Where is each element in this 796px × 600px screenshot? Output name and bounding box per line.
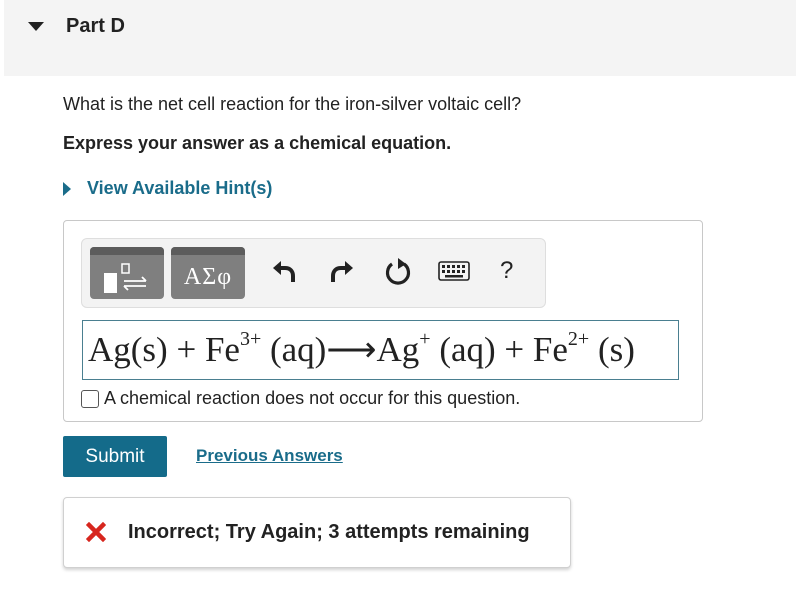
part-title: Part D (66, 15, 125, 37)
previous-answers-link[interactable]: Previous Answers (196, 446, 343, 466)
reset-icon[interactable] (384, 257, 412, 287)
collapse-caret-icon[interactable] (28, 22, 44, 31)
help-icon[interactable]: ? (500, 257, 513, 285)
submit-button[interactable]: Submit (63, 436, 167, 477)
keyboard-icon[interactable] (438, 261, 470, 281)
hint-caret-icon (63, 181, 71, 196)
x-icon (86, 522, 106, 542)
feedback-text: Incorrect; Try Again; 3 attempts remaini… (128, 521, 530, 543)
view-hints-label: View Available Hint(s) (87, 178, 273, 198)
equation-segment: (aq) + Fe (430, 330, 568, 369)
equation-input[interactable]: Ag(s) + Fe3+ (aq)⟶Ag+ (aq) + Fe2+ (s) (82, 320, 679, 380)
feedback-box: Incorrect; Try Again; 3 attempts remaini… (63, 497, 571, 568)
symbols-button[interactable]: ΑΣφ (171, 247, 245, 299)
view-hints-toggle[interactable]: View Available Hint(s) (63, 178, 272, 199)
question-text: What is the net cell reaction for the ir… (63, 94, 522, 114)
instruction-text: Express your answer as a chemical equati… (63, 133, 452, 153)
templates-icon (104, 263, 147, 293)
templates-button[interactable] (90, 247, 164, 299)
undo-icon[interactable] (272, 257, 296, 285)
symbols-label: ΑΣφ (183, 264, 233, 290)
no-reaction-label: A chemical reaction does not occur for t… (104, 388, 521, 408)
math-toolbar: ΑΣφ ? (81, 238, 546, 308)
no-reaction-checkbox[interactable] (81, 389, 99, 408)
part-header: Part D (4, 0, 796, 76)
equation-segment: (aq)⟶Ag (261, 330, 420, 369)
no-reaction-option[interactable]: A chemical reaction does not occur for t… (81, 388, 520, 409)
equation-segment: Ag(s) + Fe (88, 330, 240, 369)
equation-segment: (s) (589, 330, 635, 369)
charge-superscript: + (419, 328, 431, 350)
charge-superscript: 3+ (239, 328, 262, 350)
redo-icon[interactable] (330, 257, 354, 285)
answer-box: ΑΣφ ? Ag(s) + Fe3+ (aq)⟶Ag+ (aq) + Fe2+ … (63, 220, 703, 422)
charge-superscript: 2+ (567, 328, 590, 350)
